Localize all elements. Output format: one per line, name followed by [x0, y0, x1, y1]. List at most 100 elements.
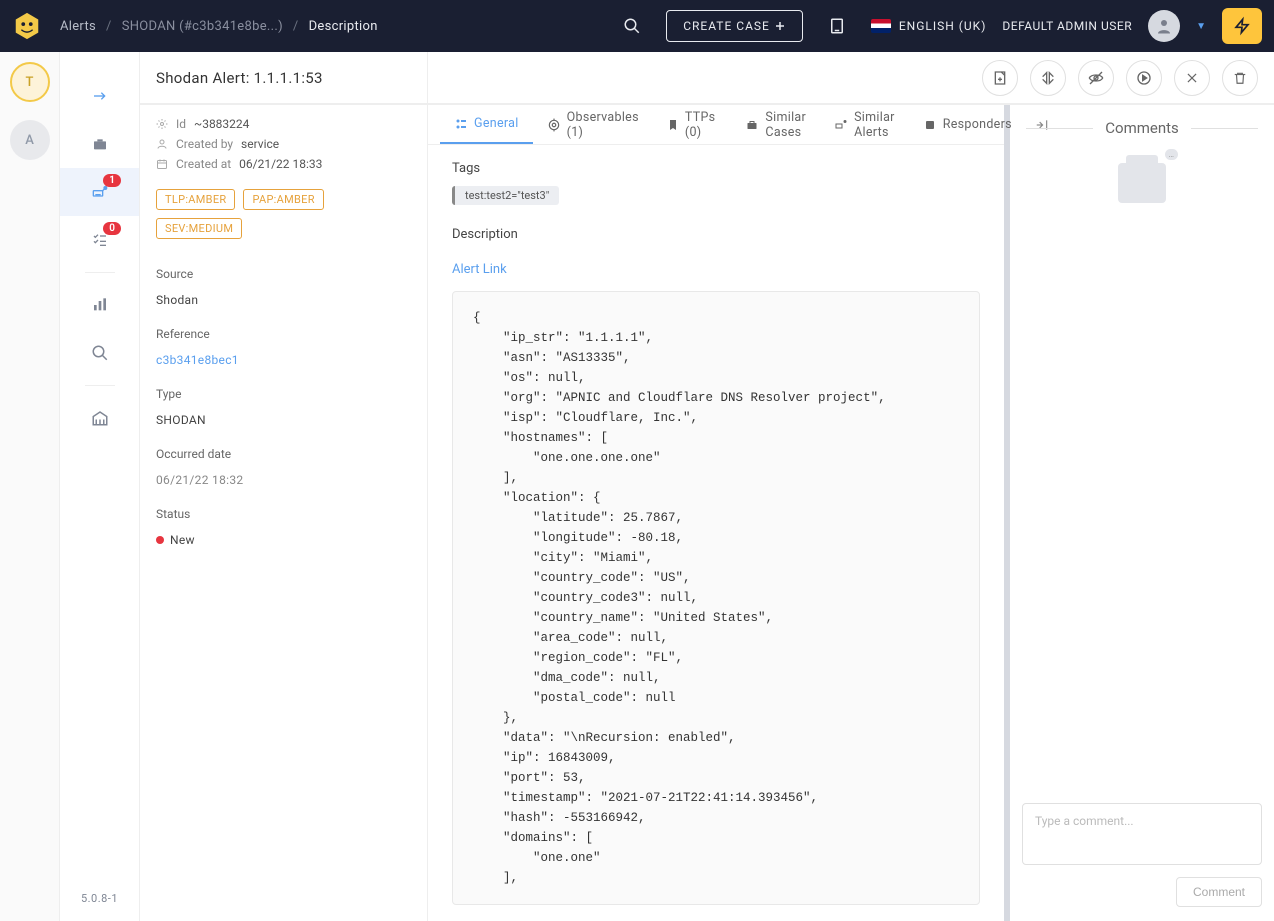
general-icon [454, 117, 468, 131]
createdat-value: 06/21/22 18:33 [239, 157, 322, 171]
similar-cases-icon [745, 118, 759, 132]
tab-ttps-label: TTPs (0) [685, 110, 718, 140]
delete-button[interactable] [1222, 60, 1258, 96]
user-icon [156, 138, 168, 150]
tab-similar-cases-label: Similar Cases [765, 110, 806, 140]
create-case-label: CREATE CASE [683, 19, 770, 33]
typewriter-icon [1118, 163, 1166, 203]
flag-icon [871, 19, 891, 33]
nav-expand[interactable] [60, 72, 139, 120]
close-button[interactable] [1174, 60, 1210, 96]
description-heading: Description [452, 227, 980, 242]
tab-similar-alerts-label: Similar Alerts [854, 110, 895, 140]
ttps-icon [667, 118, 679, 132]
responders-icon [923, 118, 937, 132]
visibility-off-button[interactable] [1078, 60, 1114, 96]
create-case-button[interactable]: CREATE CASE [666, 10, 803, 42]
nav-cases[interactable] [60, 120, 139, 168]
createdby-value: service [241, 137, 279, 151]
createdat-label: Created at [176, 157, 231, 171]
observables-icon [547, 118, 561, 132]
comments-panel: Comments Type a comment... Comment [1010, 105, 1274, 921]
tab-general-label: General [474, 116, 519, 131]
status-label: Status [156, 507, 411, 521]
tlp-chip[interactable]: TLP:AMBER [156, 189, 235, 210]
tab-similar-alerts[interactable]: Similar Alerts [820, 105, 909, 144]
id-value: ~3883224 [194, 117, 249, 131]
calendar-icon [156, 158, 168, 170]
alert-link[interactable]: Alert Link [452, 262, 507, 277]
run-button[interactable] [1126, 60, 1162, 96]
status-dot-icon [156, 536, 164, 544]
tab-similar-cases[interactable]: Similar Cases [731, 105, 820, 144]
app-logo[interactable] [12, 11, 42, 41]
meta-id: Id ~3883224 [156, 117, 411, 131]
gear-icon [156, 118, 168, 130]
comment-placeholder: Type a comment... [1035, 814, 1134, 828]
tag-pill[interactable]: test:test2="test3" [452, 186, 559, 205]
comments-title-text: Comments [1105, 119, 1179, 137]
occurred-label: Occurred date [156, 447, 411, 461]
breadcrumb-mid[interactable]: SHODAN (#c3b341e8be...) [122, 19, 283, 34]
reference-link[interactable]: c3b341e8bec1 [156, 353, 411, 367]
export-button[interactable] [982, 60, 1018, 96]
breadcrumb: Alerts / SHODAN (#c3b341e8be...) / Descr… [60, 19, 614, 34]
reference-label: Reference [156, 327, 411, 341]
user-name: DEFAULT ADMIN USER [1002, 19, 1132, 33]
nav-tasks[interactable]: 0 [60, 216, 139, 264]
nav-separator [85, 272, 115, 273]
breadcrumb-root[interactable]: Alerts [60, 19, 96, 34]
comment-input[interactable]: Type a comment... [1022, 803, 1262, 865]
tasks-badge: 0 [103, 222, 121, 235]
meta-createdby: Created by service [156, 137, 411, 151]
type-label: Type [156, 387, 411, 401]
createdby-label: Created by [176, 137, 233, 151]
breadcrumb-sep: / [293, 19, 299, 34]
pap-chip[interactable]: PAP:AMBER [243, 189, 323, 210]
nav-org[interactable] [60, 394, 139, 442]
source-label: Source [156, 267, 411, 281]
search-icon[interactable] [614, 8, 650, 44]
sev-chip[interactable]: SEV:MEDIUM [156, 218, 242, 239]
nav-alerts[interactable]: 1 [60, 168, 139, 216]
comments-empty-state [1010, 137, 1274, 791]
nav-rail: 1 0 5.0.8-1 [60, 52, 140, 921]
tab-ttps[interactable]: TTPs (0) [653, 105, 732, 144]
tab-responders[interactable]: Responders [909, 105, 1026, 144]
language-selector[interactable]: ENGLISH (UK) [871, 19, 987, 33]
topbar-right: CREATE CASE ENGLISH (UK) DEFAULT ADMIN U… [614, 8, 1262, 44]
comments-title: Comments [1010, 105, 1274, 137]
lightning-button[interactable] [1222, 8, 1262, 44]
tab-responders-label: Responders [943, 117, 1012, 132]
status-text: New [170, 533, 195, 547]
app-version: 5.0.8-1 [81, 892, 118, 905]
org-avatar-a[interactable]: A [10, 120, 50, 160]
user-menu-chevron[interactable]: ▼ [1196, 21, 1206, 32]
alerts-badge: 1 [103, 174, 121, 187]
org-avatar-t[interactable]: T [10, 62, 50, 102]
source-value: Shodan [156, 293, 411, 307]
similar-alerts-icon [834, 118, 848, 132]
tags-heading: Tags [452, 161, 980, 176]
type-value: SHODAN [156, 413, 411, 427]
nav-separator [85, 385, 115, 386]
occurred-value: 06/21/22 18:32 [156, 473, 411, 487]
topbar: Alerts / SHODAN (#c3b341e8be...) / Descr… [0, 0, 1274, 52]
language-label: ENGLISH (UK) [899, 19, 987, 33]
tab-general[interactable]: General [440, 105, 533, 144]
org-rail: T A [0, 52, 60, 921]
book-icon[interactable] [819, 8, 855, 44]
merge-button[interactable] [1030, 60, 1066, 96]
nav-search[interactable] [60, 329, 139, 377]
breadcrumb-sep: / [106, 19, 112, 34]
tab-observables-label: Observables (1) [567, 110, 639, 140]
id-label: Id [176, 117, 186, 131]
user-avatar[interactable] [1148, 10, 1180, 42]
comment-button[interactable]: Comment [1176, 877, 1262, 907]
nav-dashboard[interactable] [60, 281, 139, 329]
alert-title: Shodan Alert: 1.1.1.1:53 [140, 52, 428, 104]
status-value: New [156, 533, 411, 547]
description-code: { "ip_str": "1.1.1.1", "asn": "AS13335",… [452, 291, 980, 905]
tab-observables[interactable]: Observables (1) [533, 105, 653, 144]
meta-createdat: Created at 06/21/22 18:33 [156, 157, 411, 171]
